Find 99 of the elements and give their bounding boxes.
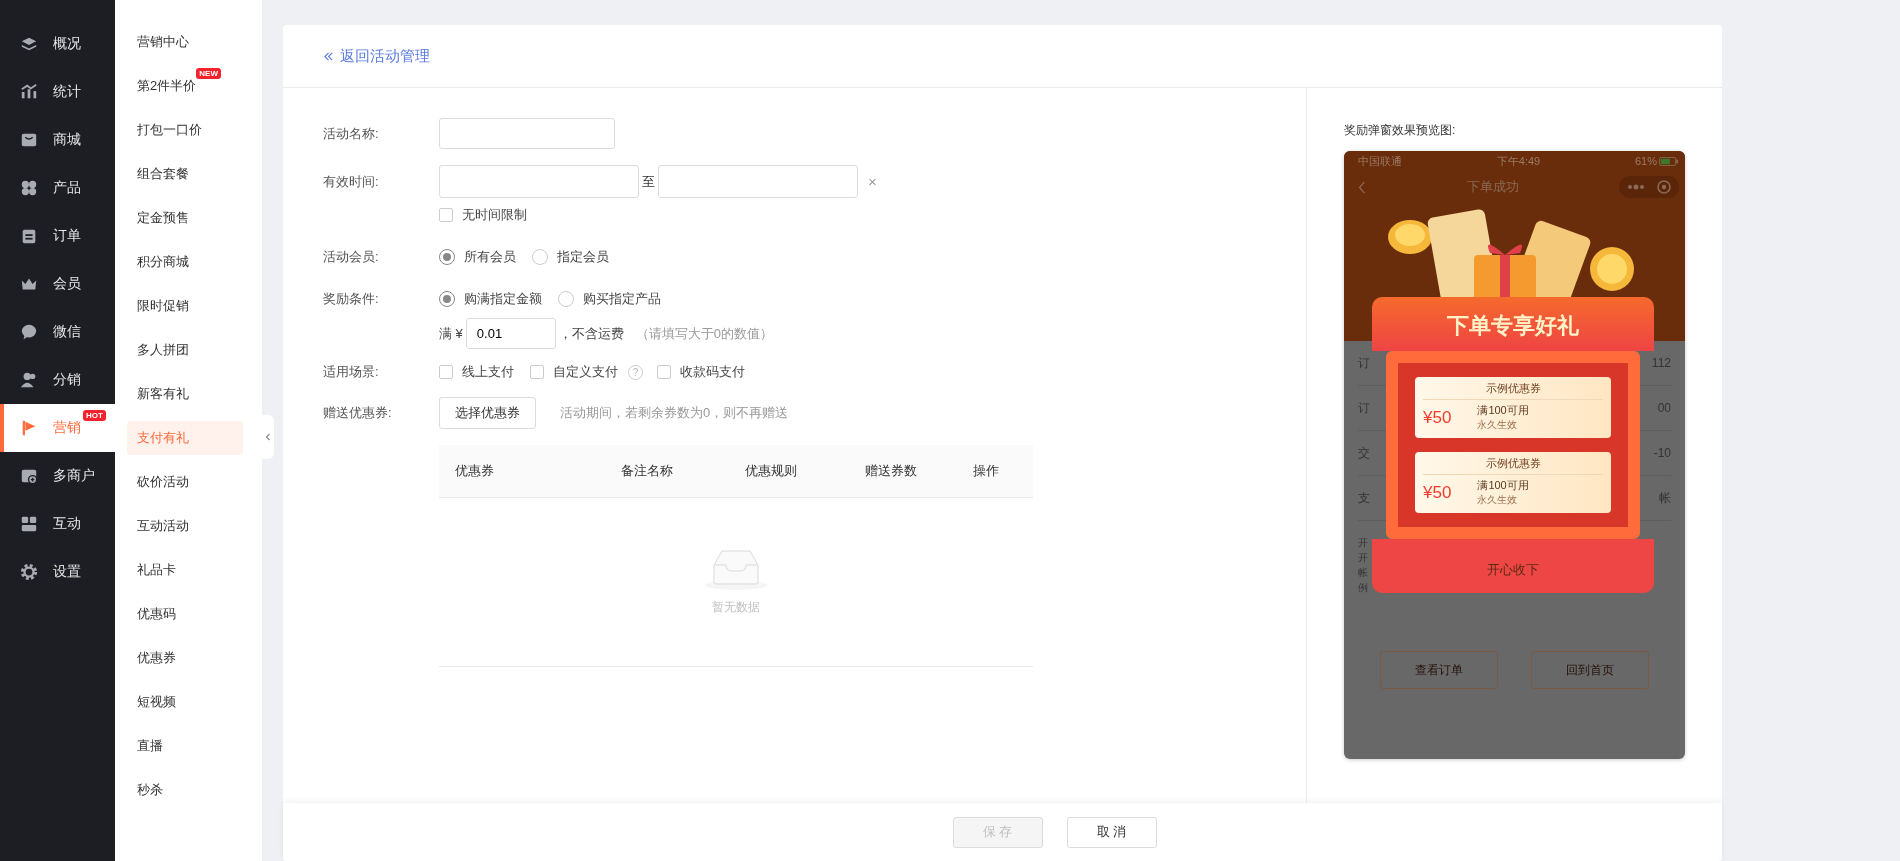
amount-input[interactable]: 0.01 (465, 318, 556, 349)
name-input[interactable] (439, 118, 615, 149)
coupon-name: 示例优惠券 (1423, 381, 1603, 400)
sidebar-item[interactable]: 微信 (0, 308, 115, 356)
coupon-validity: 永久生效 (1477, 418, 1519, 432)
start-date-input[interactable] (439, 165, 639, 198)
radio-label: 所有会员 (464, 248, 516, 266)
new-badge: NEW (196, 68, 221, 79)
submenu-item[interactable]: 打包一口价 (127, 108, 224, 152)
blocks-icon (20, 515, 38, 533)
back-link[interactable]: 返回活动管理 (323, 46, 430, 66)
target-icon (1657, 180, 1671, 194)
submenu-item[interactable]: 多人拼团 (127, 328, 221, 372)
hot-badge: HOT (83, 410, 106, 421)
empty-message: 暂无数据 (712, 598, 760, 616)
users-icon (20, 371, 38, 389)
submenu-item[interactable]: 积分商城 (127, 240, 221, 284)
field-label: 适用场景: (323, 363, 380, 381)
chart-icon (20, 83, 38, 101)
column-header: 赠送券数 (865, 462, 918, 480)
submenu-item[interactable]: 新客有礼 (127, 372, 221, 416)
flag-icon (20, 419, 38, 437)
submenu-item[interactable]: 营销中心 (127, 20, 221, 64)
sidebar-item[interactable]: 商城 (0, 116, 115, 164)
checkbox[interactable] (657, 365, 671, 379)
radio-label: 购满指定金额 (464, 290, 542, 308)
coupon-amount: ¥50 (1423, 407, 1452, 428)
store-icon (20, 131, 38, 149)
battery-percent: 61% (1634, 155, 1657, 167)
empty-inbox-icon (704, 548, 768, 591)
coupon-rule: 满100可用 (1477, 478, 1529, 493)
submenu-item[interactable]: 砍价活动 (127, 460, 221, 504)
coupon-name: 示例优惠券 (1423, 456, 1603, 475)
submenu-item[interactable]: 短视频 (127, 680, 221, 724)
coupon-validity: 永久生效 (1477, 493, 1519, 507)
checkbox-label: 收款码支付 (680, 363, 745, 381)
more-dots-icon (1627, 184, 1645, 190)
popup-title: 下单专享好礼 (1372, 297, 1654, 351)
settings-icon (20, 563, 38, 581)
checkbox-label: 无时间限制 (462, 206, 527, 224)
checkbox[interactable] (439, 365, 453, 379)
clipboard-icon (20, 227, 38, 245)
sidebar-item[interactable]: 概况 (0, 20, 115, 68)
select-coupon-button[interactable]: 选择优惠券 (439, 397, 536, 429)
preview-label: 奖励弹窗效果预览图: (1344, 122, 1457, 139)
submenu-item[interactable]: 秒杀 (127, 768, 221, 812)
submenu-item[interactable]: 限时促销 (127, 284, 221, 328)
submenu-item[interactable]: 组合套餐 (127, 152, 221, 196)
sidebar-item[interactable]: 多商户 (0, 452, 115, 500)
amount-prefix: 满 ¥ (439, 324, 463, 343)
radio-label: 购买指定产品 (583, 290, 661, 308)
submenu-item[interactable]: 优惠码 (127, 592, 221, 636)
amount-hint: （请填写大于0的数值） (635, 324, 774, 343)
range-separator: 至 (642, 172, 655, 191)
status-time: 下午4:49 (1496, 153, 1541, 169)
field-label: 有效时间: (323, 172, 380, 191)
submenu-item[interactable]: 礼品卡 (127, 548, 221, 592)
submenu-item[interactable]: 优惠券 (127, 636, 221, 680)
amount-suffix: ，不含运费 (558, 324, 624, 343)
column-header: 优惠券 (455, 462, 495, 480)
radio-label: 指定会员 (557, 248, 609, 266)
submenu-item[interactable]: 互动活动 (127, 504, 221, 548)
checkbox-label: 自定义支付 (553, 363, 618, 381)
column-header: 操作 (973, 462, 999, 480)
field-label: 奖励条件: (323, 290, 380, 308)
double-chevron-icon (323, 50, 334, 62)
column-header: 备注名称 (621, 462, 674, 480)
submenu-item[interactable]: 第2件半价 NEW (127, 64, 221, 108)
carrier-name: 中国联通 (1358, 153, 1402, 169)
end-date-input[interactable] (658, 165, 858, 198)
battery-icon (1659, 156, 1679, 166)
footer-button[interactable]: 取 消 (1066, 816, 1157, 848)
column-header: 优惠规则 (745, 462, 798, 480)
sidebar-item[interactable]: 设置 (0, 548, 115, 596)
collapse-handle[interactable] (262, 415, 274, 459)
chat-icon (20, 323, 38, 341)
shop-icon (20, 467, 38, 485)
screen-title: 下单成功 (1465, 178, 1520, 196)
checkbox[interactable] (439, 208, 453, 222)
sidebar-item[interactable]: 统计 (0, 68, 115, 116)
back-chevron-icon (1358, 180, 1366, 194)
layers-icon (20, 35, 38, 53)
field-label: 赠送优惠券: (323, 404, 393, 422)
field-label: 活动会员: (323, 248, 380, 266)
field-label: 活动名称: (323, 124, 380, 143)
coupon-hint: 活动期间，若剩余券数为0，则不再赠送 (560, 404, 789, 422)
submenu-item[interactable]: 定金预售 (127, 196, 221, 240)
checkbox[interactable] (530, 365, 544, 379)
coupon-rule: 满100可用 (1477, 403, 1529, 418)
grid-icon (20, 179, 38, 197)
sidebar-item[interactable]: 营销 HOT (0, 404, 115, 452)
sidebar-item[interactable]: 会员 (0, 260, 115, 308)
sidebar-item[interactable]: 互动 (0, 500, 115, 548)
sidebar-item[interactable]: 产品 (0, 164, 115, 212)
submenu-item[interactable]: 直播 (127, 724, 221, 768)
sidebar-item[interactable]: 分销 (0, 356, 115, 404)
coupon-amount: ¥50 (1423, 482, 1452, 503)
checkbox-label: 线上支付 (462, 363, 514, 381)
sidebar-item[interactable]: 订单 (0, 212, 115, 260)
